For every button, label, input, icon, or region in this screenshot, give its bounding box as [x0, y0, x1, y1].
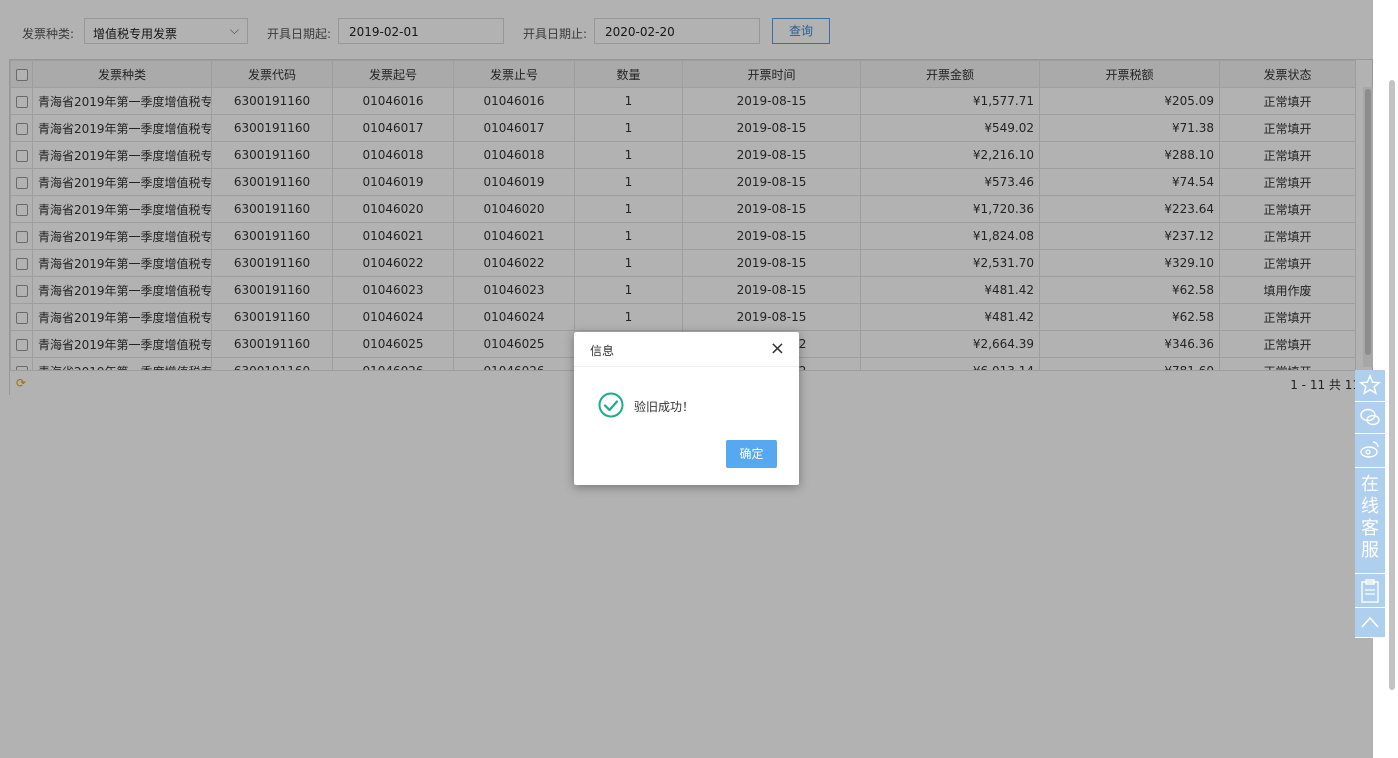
- service-char: 客: [1361, 518, 1379, 539]
- service-char: 线: [1361, 496, 1379, 517]
- chevron-up-icon: [1361, 616, 1379, 628]
- dialog-message: 验旧成功！: [598, 390, 778, 418]
- star-icon: [1358, 374, 1382, 395]
- success-check-icon: [598, 392, 624, 418]
- online-service-button[interactable]: 在 线 客 服: [1355, 468, 1385, 574]
- weibo-button[interactable]: [1355, 434, 1385, 468]
- dialog-header: 信息 ×: [574, 332, 799, 367]
- favorite-button[interactable]: [1355, 370, 1385, 402]
- service-char: 服: [1361, 540, 1379, 561]
- clipboard-button[interactable]: [1355, 574, 1385, 608]
- service-char: 在: [1361, 474, 1379, 495]
- page-scrollbar[interactable]: [1389, 80, 1395, 690]
- wechat-icon: [1360, 408, 1380, 426]
- wechat-button[interactable]: [1355, 402, 1385, 434]
- close-icon[interactable]: ×: [770, 338, 785, 359]
- dialog-message-text: 验旧成功！: [634, 400, 695, 414]
- info-dialog: 信息 × 验旧成功！ 确定: [574, 332, 799, 485]
- clipboard-icon: [1361, 579, 1379, 603]
- weibo-icon: [1360, 441, 1379, 458]
- back-to-top-button[interactable]: [1355, 608, 1385, 638]
- ok-button[interactable]: 确定: [726, 440, 777, 468]
- dialog-title: 信息: [590, 344, 615, 358]
